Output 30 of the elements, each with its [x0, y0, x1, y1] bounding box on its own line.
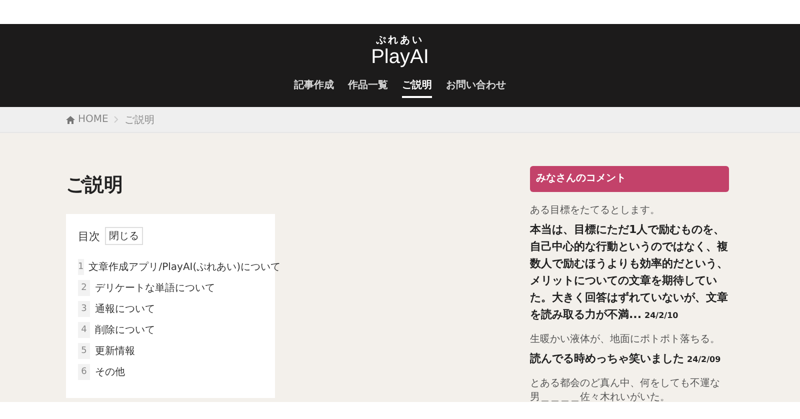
toc-link[interactable]: 更新情報 — [95, 344, 135, 358]
comment-text[interactable]: 読んでる時めっちゃ笑いました 24/2/09 — [530, 350, 729, 368]
toc-number: 2 — [78, 280, 90, 296]
site-logo[interactable]: PlayAI — [371, 46, 429, 68]
comment-prompt: 生暖かい液体が、地面にポトポト落ちる。 — [530, 333, 721, 347]
toc-title: 目次 — [78, 228, 100, 244]
section-heading: みなさんのコメント — [530, 166, 729, 192]
toc-link[interactable]: 通報について — [95, 302, 155, 316]
nav-link[interactable]: お問い合わせ — [446, 78, 506, 98]
comment-prompt: とある都会のど真ん中、何をしても不運な男＿＿＿＿佐々木れいがいた。 — [530, 377, 721, 405]
nav-link[interactable]: 作品一覧 — [348, 78, 388, 98]
logo-kana: ぷれあい — [376, 35, 424, 46]
separator-icon — [114, 116, 118, 123]
home-icon — [66, 116, 75, 124]
toc-link[interactable]: デリケートな単語について — [95, 281, 215, 295]
toc-number: 5 — [78, 343, 90, 359]
toc-number: 1 — [78, 259, 84, 275]
close-button[interactable]: 閉じる — [105, 227, 143, 245]
toc-link[interactable]: その他 — [95, 365, 125, 379]
toc-number: 6 — [78, 364, 90, 380]
toc-link[interactable]: 削除について — [95, 323, 155, 337]
nav-link[interactable]: 記事作成 — [294, 78, 334, 98]
toc-link[interactable]: 文章作成アプリ/PlayAI(ぷれあい)について — [88, 260, 281, 274]
nav-link[interactable]: ご説明 — [402, 78, 432, 98]
toc-number: 3 — [78, 301, 90, 317]
comment-text[interactable]: 本当は、目標にただ1人で励むものを、自己中心的な行動というのではなく、複数人で励むほうよりも効率的だという、メリットについての文章を期待していた。大きく回答はずれていないが、文章を読み取る力が不満... 24/2/10 — [530, 221, 729, 324]
breadcrumb-current: ご説明 — [124, 114, 154, 126]
toc-number: 4 — [78, 322, 90, 338]
page-title: ご説明 — [66, 173, 124, 197]
comment-prompt: ある目標をたてるとします。 — [530, 204, 661, 218]
